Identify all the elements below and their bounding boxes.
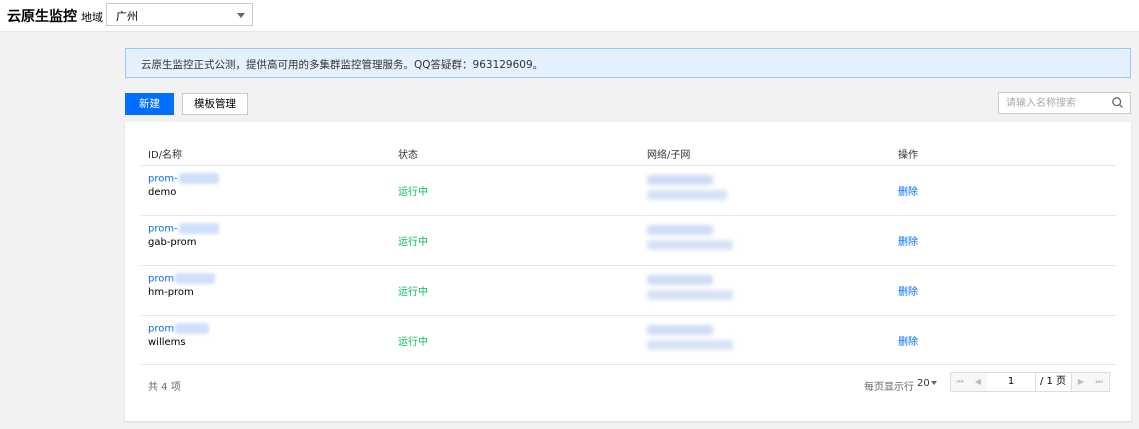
status-running: 运行中 [398, 337, 428, 348]
redacted-id [175, 323, 210, 334]
region-value: 广州 [116, 10, 138, 23]
redacted-id [175, 273, 216, 284]
page-size-select[interactable]: 20 [917, 378, 930, 389]
page-number-input[interactable]: 1 [987, 373, 1036, 391]
column-header-id-name: ID/名称 [148, 150, 183, 161]
total-count: 共 4 项 [148, 382, 181, 393]
redacted-subnet [647, 340, 733, 350]
redacted-subnet [647, 290, 733, 300]
instance-id-link[interactable]: prom [148, 323, 210, 335]
top-bar: 云原生监控 地域 广州 [0, 0, 1139, 32]
status-running: 运行中 [398, 287, 428, 298]
divider [141, 364, 1116, 365]
instance-id-link[interactable]: prom- [148, 223, 219, 235]
search-box[interactable] [998, 92, 1131, 114]
instance-name: gab-prom [148, 237, 197, 248]
delete-link[interactable]: 删除 [898, 333, 918, 348]
redacted-network [647, 275, 713, 285]
redacted-network [647, 225, 713, 235]
notice-banner: 云原生监控正式公测，提供高可用的多集群监控管理服务。QQ答疑群：96312960… [125, 48, 1131, 78]
redacted-subnet [647, 190, 727, 200]
table-row: prom- demo 运行中 删除 [125, 166, 1131, 215]
column-header-network: 网络/子网 [647, 150, 691, 161]
instance-table: ID/名称 状态 网络/子网 操作 prom- demo 运行中 删除 prom… [125, 122, 1131, 421]
template-manage-button[interactable]: 模板管理 [182, 93, 248, 115]
instance-name: willems [148, 337, 186, 348]
total-pages: / 1 页 [1039, 376, 1067, 387]
search-input[interactable] [1006, 96, 1106, 110]
instance-name: demo [148, 187, 177, 198]
first-page-icon[interactable]: ⏮ [951, 373, 970, 391]
redacted-network [647, 325, 713, 335]
last-page-icon[interactable]: ⏭ [1090, 373, 1108, 391]
instance-id-link[interactable]: prom- [148, 173, 219, 185]
column-header-status: 状态 [398, 150, 418, 161]
region-label: 地域 [81, 11, 103, 24]
next-page-icon[interactable]: ▶ [1071, 373, 1091, 391]
page-size-label: 每页显示行 [864, 382, 914, 393]
prev-page-icon[interactable]: ◀ [969, 373, 988, 391]
delete-link[interactable]: 删除 [898, 283, 918, 298]
instance-name: hm-prom [148, 287, 194, 298]
status-running: 运行中 [398, 237, 428, 248]
chevron-down-icon[interactable] [931, 381, 937, 385]
column-header-action: 操作 [898, 150, 918, 161]
app-title: 云原生监控 [7, 9, 77, 25]
new-button[interactable]: 新建 [125, 93, 174, 115]
table-row: prom- gab-prom 运行中 删除 [125, 216, 1131, 265]
notice-text: 云原生监控正式公测，提供高可用的多集群监控管理服务。QQ答疑群：96312960… [141, 59, 544, 71]
search-icon[interactable] [1111, 96, 1124, 109]
table-row: prom hm-prom 运行中 删除 [125, 266, 1131, 315]
redacted-id [178, 173, 219, 184]
table-row: prom willems 运行中 删除 [125, 316, 1131, 365]
chevron-down-icon [237, 13, 245, 18]
instance-id-link[interactable]: prom [148, 273, 216, 285]
region-select[interactable]: 广州 [106, 3, 253, 26]
redacted-id [178, 223, 219, 234]
redacted-subnet [647, 240, 733, 250]
pagination: ⏮ ◀ 1 / 1 页 ▶ ⏭ [950, 372, 1110, 392]
delete-link[interactable]: 删除 [898, 183, 918, 198]
delete-link[interactable]: 删除 [898, 233, 918, 248]
redacted-network [647, 175, 713, 185]
status-running: 运行中 [398, 187, 428, 198]
